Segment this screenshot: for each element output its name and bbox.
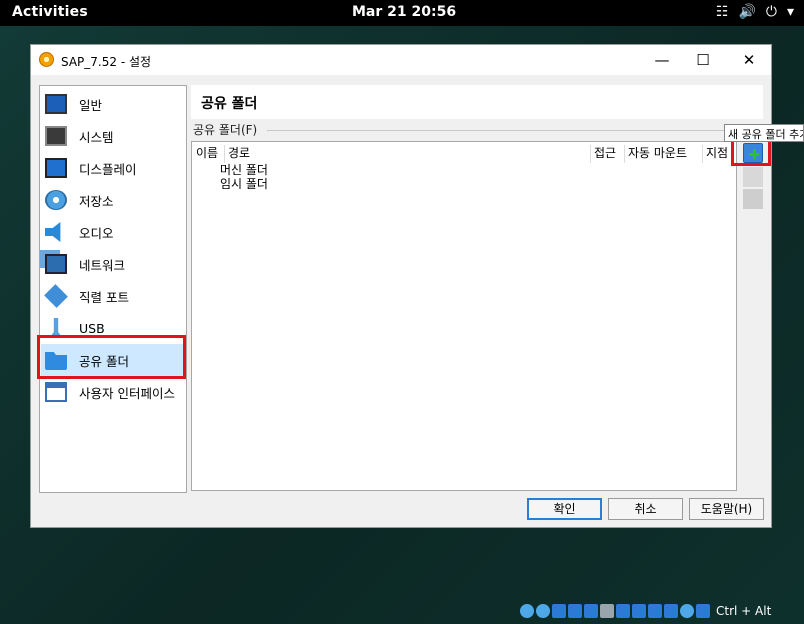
- keyboard-status-icon[interactable]: [696, 604, 710, 618]
- close-button[interactable]: ✕: [737, 49, 761, 71]
- shared-folders-group-label: 공유 폴더(F): [193, 123, 258, 137]
- group-divider: [267, 130, 763, 131]
- help-button[interactable]: 도움말(H): [689, 498, 764, 520]
- power-icon[interactable]: ⏻: [766, 3, 777, 21]
- sidebar-item-display[interactable]: 디스플레이: [41, 152, 185, 184]
- sidebar-item-label: 디스플레이: [79, 161, 137, 177]
- sidebar-item-label: 네트워크: [79, 257, 126, 273]
- usb-status-icon[interactable]: [584, 604, 598, 618]
- audio-status-icon[interactable]: [552, 604, 566, 618]
- sidebar-item-network[interactable]: 네트워크: [41, 248, 185, 280]
- dropdown-arrow-icon[interactable]: ▾: [787, 3, 794, 21]
- settings-category-list[interactable]: 일반 시스템 디스플레이 저장소 오디오 네트워크 직렬 포트 USB 공유 폴…: [39, 85, 187, 493]
- ok-button[interactable]: 확인: [527, 498, 602, 520]
- activities-button[interactable]: Activities: [12, 4, 88, 20]
- sidebar-item-label: 일반: [79, 97, 103, 113]
- sidebar-item-label: 시스템: [79, 129, 114, 145]
- vm-status-bar: Ctrl + Alt: [520, 602, 771, 620]
- optical-drive-status-icon[interactable]: [536, 604, 550, 618]
- sidebar-item-label: USB: [79, 320, 105, 336]
- add-folder-tooltip: 새 공유 폴더 추가: [724, 124, 804, 142]
- highlight-box-shared-folders: [37, 335, 186, 379]
- hard-disk-status-icon[interactable]: [520, 604, 534, 618]
- chip-icon: [45, 126, 67, 146]
- minimize-button[interactable]: —: [650, 49, 674, 71]
- shared-folders-status-icon[interactable]: [600, 604, 614, 618]
- serial-port-icon: [44, 284, 68, 308]
- network-icon: [45, 254, 67, 274]
- maximize-button[interactable]: ☐: [691, 49, 715, 71]
- column-header-access[interactable]: 접근: [590, 145, 616, 163]
- sidebar-item-label: 저장소: [79, 193, 114, 209]
- cancel-button[interactable]: 취소: [608, 498, 683, 520]
- page-title: 공유 폴더: [191, 85, 763, 119]
- column-header-auto-mount[interactable]: 자동 마운트: [624, 145, 687, 163]
- top-bar: Activities Mar 21 20:56 ☷ 🔊 ⏻ ▾: [0, 0, 804, 26]
- settings-dialog: SAP_7.52 - 설정 — ☐ ✕ 일반 시스템 디스플레이 저장소 오디오…: [30, 44, 772, 528]
- list-item-transient-folders[interactable]: 임시 폴더: [220, 175, 268, 192]
- remove-shared-folder-button[interactable]: [743, 189, 763, 209]
- edit-shared-folder-button[interactable]: [743, 167, 763, 187]
- virtualbox-icon: [39, 52, 54, 67]
- network-status-icon[interactable]: [568, 604, 582, 618]
- cpu-status-icon[interactable]: [648, 604, 662, 618]
- system-tray[interactable]: ☷ 🔊 ⏻ ▾: [716, 3, 794, 21]
- network-icon[interactable]: ☷: [716, 3, 729, 21]
- recording-status-icon[interactable]: [632, 604, 646, 618]
- virtualization-status-icon[interactable]: [664, 604, 678, 618]
- sidebar-item-label: 직렬 포트: [79, 289, 129, 305]
- sidebar-item-serial-ports[interactable]: 직렬 포트: [41, 280, 185, 312]
- sidebar-item-user-interface[interactable]: 사용자 인터페이스: [41, 376, 185, 408]
- sidebar-item-general[interactable]: 일반: [41, 88, 185, 120]
- clock[interactable]: Mar 21 20:56: [352, 4, 456, 20]
- display-icon: [45, 158, 67, 178]
- column-header-mount-point[interactable]: 지점: [702, 145, 728, 163]
- sidebar-item-storage[interactable]: 저장소: [41, 184, 185, 216]
- user-interface-icon: [45, 382, 67, 402]
- volume-icon[interactable]: 🔊: [738, 3, 755, 21]
- window-title: SAP_7.52 - 설정: [61, 55, 152, 69]
- sidebar-item-label: 사용자 인터페이스: [79, 385, 175, 401]
- column-header-name[interactable]: 이름: [196, 145, 218, 163]
- sidebar-item-audio[interactable]: 오디오: [41, 216, 185, 248]
- monitor-icon: [45, 94, 67, 114]
- sidebar-item-label: 오디오: [79, 225, 114, 241]
- sidebar-item-system[interactable]: 시스템: [41, 120, 185, 152]
- mouse-integration-status-icon[interactable]: [680, 604, 694, 618]
- title-bar[interactable]: SAP_7.52 - 설정 — ☐ ✕: [31, 45, 771, 75]
- shared-folders-table[interactable]: 이름 경로 접근 자동 마운트 지점 머신 폴더 임시 폴더: [191, 141, 737, 491]
- disk-icon: [45, 190, 67, 210]
- display-status-icon[interactable]: [616, 604, 630, 618]
- host-key-label: Ctrl + Alt: [716, 604, 772, 618]
- speaker-icon: [45, 222, 61, 242]
